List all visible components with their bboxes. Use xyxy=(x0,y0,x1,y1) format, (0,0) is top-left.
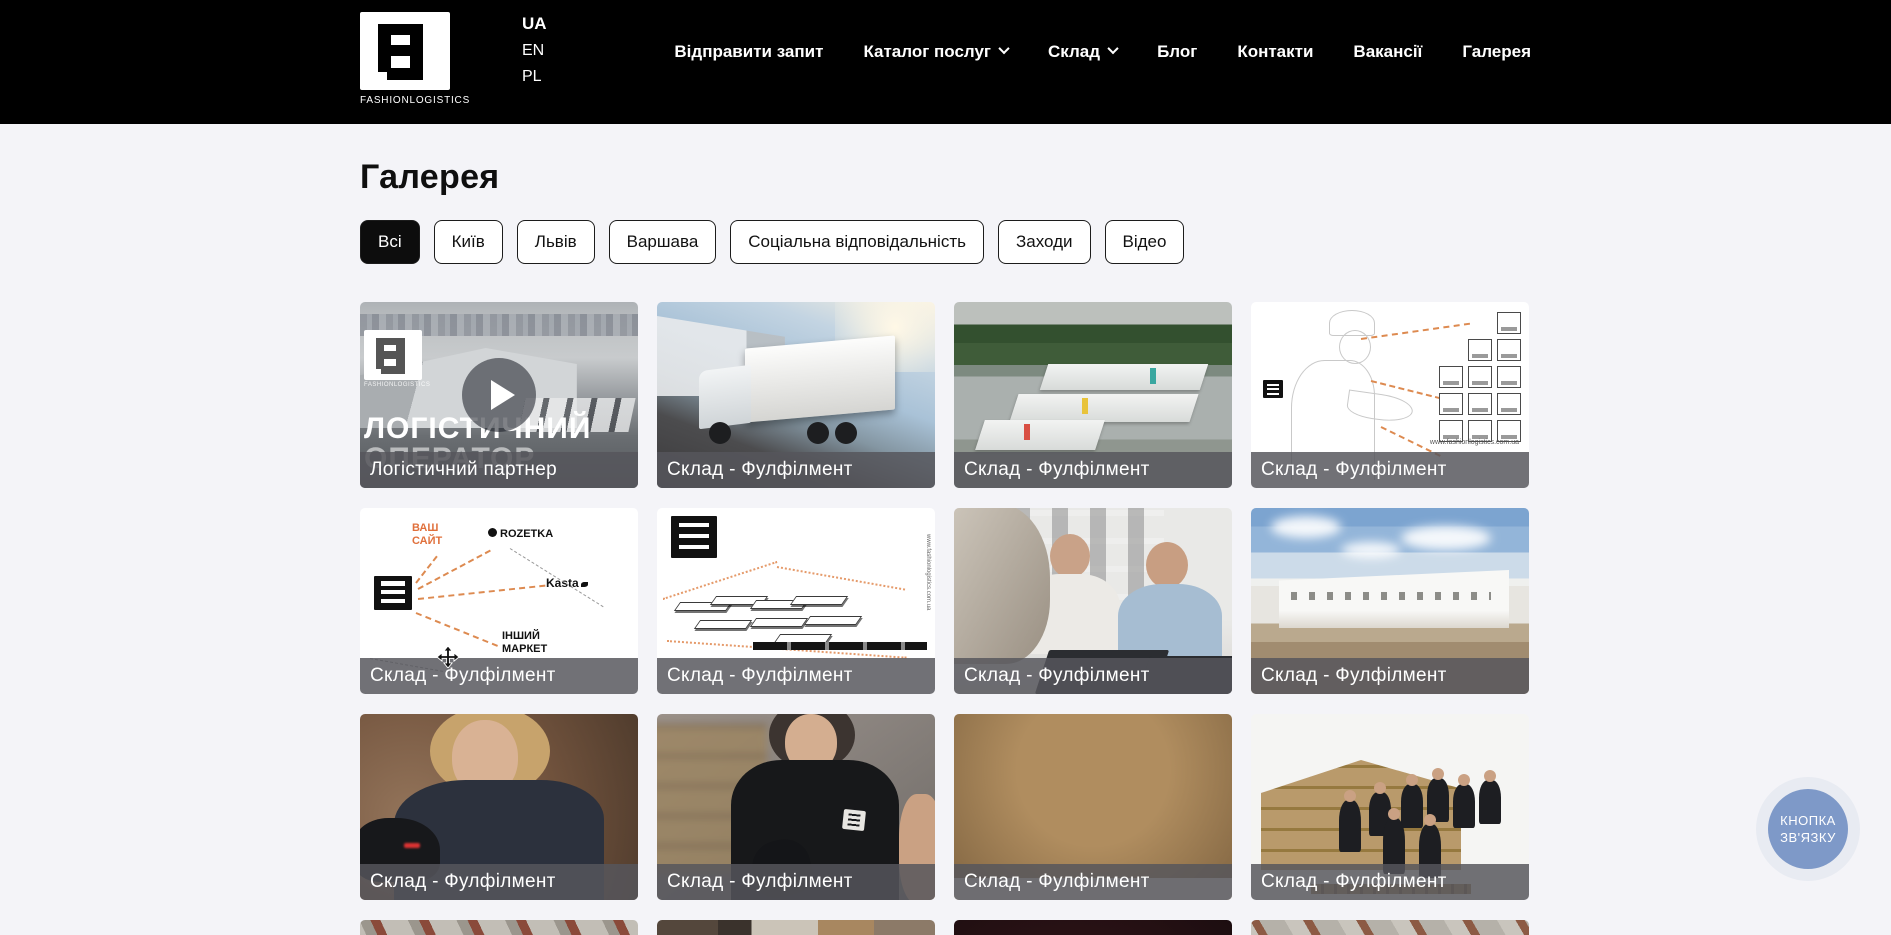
tile-caption: Склад - Фулфілмент xyxy=(657,658,935,694)
fl-logo-icon xyxy=(671,516,717,558)
contact-button[interactable]: КНОПКА ЗВ'ЯЗКУ xyxy=(1756,777,1860,881)
lang-pl[interactable]: PL xyxy=(522,68,547,86)
nav-services-catalog[interactable]: Каталог послуг xyxy=(863,42,1008,62)
chevron-down-icon xyxy=(1107,42,1118,53)
gallery-tile-diagram[interactable]: www.fashionlogistics.com.ua Склад - Фулф… xyxy=(657,508,935,694)
your-site-label: ВАШ САЙТ xyxy=(412,522,452,548)
lang-ua[interactable]: UA xyxy=(522,14,547,34)
website-url: www.fashionlogistics.com.ua xyxy=(1430,439,1519,446)
fl-logo-icon xyxy=(1263,380,1283,398)
gallery-tile-photo[interactable] xyxy=(954,920,1232,935)
gallery-filters: Всі Київ Львів Варшава Соціальна відпові… xyxy=(360,220,1531,264)
play-icon[interactable] xyxy=(462,358,536,432)
language-switcher: UA EN PL xyxy=(522,14,547,86)
chevron-down-icon xyxy=(998,42,1009,53)
filter-social-responsibility[interactable]: Соціальна відповідальність xyxy=(730,220,984,264)
gallery-tile-photo[interactable]: Склад - Фулфілмент xyxy=(657,714,935,900)
rozetka-icon xyxy=(488,528,497,537)
gallery-tile-diagram[interactable]: ВАШ САЙТ ROZETKA Kasta ІНШИЙ МАРКЕТ Скла… xyxy=(360,508,638,694)
filter-lviv[interactable]: Львів xyxy=(517,220,595,264)
mouse-cursor xyxy=(437,646,459,673)
gallery-tile-photo[interactable]: Склад - Фулфілмент xyxy=(657,302,935,488)
nav-blog[interactable]: Блог xyxy=(1157,42,1197,62)
gallery-tile-photo[interactable]: Склад - Фулфілмент xyxy=(1251,714,1529,900)
brand-name: FASHIONLOGISTICS xyxy=(360,95,452,106)
gallery-tile-photo[interactable] xyxy=(360,920,638,935)
tile-caption: Склад - Фулфілмент xyxy=(657,452,935,488)
nav-vacancies[interactable]: Вакансії xyxy=(1353,42,1422,62)
filter-kyiv[interactable]: Київ xyxy=(434,220,503,264)
tile-caption: Склад - Фулфілмент xyxy=(1251,452,1529,488)
gallery-tile-photo[interactable] xyxy=(1251,920,1529,935)
truck-photo xyxy=(745,335,895,422)
lang-en[interactable]: EN xyxy=(522,42,547,60)
nav-send-request[interactable]: Відправити запит xyxy=(674,42,823,62)
fl-logo-icon xyxy=(360,12,450,90)
filter-video[interactable]: Відео xyxy=(1105,220,1185,264)
tile-caption: Склад - Фулфілмент xyxy=(954,658,1232,694)
main-nav: Відправити запит Каталог послуг Склад Бл… xyxy=(674,42,1531,62)
tile-caption: Склад - Фулфілмент xyxy=(954,452,1232,488)
gallery-grid: FASHIONLOGISTICS ЛОГІСТИЧНИЙ ОПЕРАТОР Ло… xyxy=(360,302,1531,935)
fl-logo-icon xyxy=(374,576,412,610)
tile-caption: Склад - Фулфілмент xyxy=(1251,658,1529,694)
tile-caption: Склад - Фулфілмент xyxy=(360,864,638,900)
aerial-warehouse-photo xyxy=(1040,364,1208,390)
gallery-tile-photo[interactable] xyxy=(657,920,935,935)
filter-all[interactable]: Всі xyxy=(360,220,420,264)
rack-icons xyxy=(1439,312,1521,442)
website-url: www.fashionlogistics.com.ua xyxy=(925,534,931,610)
nav-contacts[interactable]: Контакти xyxy=(1237,42,1313,62)
gallery-tile-photo[interactable]: Склад - Фулфілмент xyxy=(954,508,1232,694)
tile-caption: Склад - Фулфілмент xyxy=(657,864,935,900)
gallery-tile-photo[interactable]: Склад - Фулфілмент xyxy=(360,714,638,900)
gallery-tile-photo[interactable]: Склад - Фулфілмент xyxy=(954,714,1232,900)
filter-warsaw[interactable]: Варшава xyxy=(609,220,717,264)
nav-gallery[interactable]: Галерея xyxy=(1462,42,1531,62)
tile-caption: Склад - Фулфілмент xyxy=(954,864,1232,900)
tile-caption: Склад - Фулфілмент xyxy=(1251,864,1529,900)
people-photo xyxy=(1050,534,1090,578)
gallery-tile-photo[interactable]: Склад - Фулфілмент xyxy=(954,302,1232,488)
filter-events[interactable]: Заходи xyxy=(998,220,1091,264)
gallery-tile-diagram[interactable]: www.fashionlogistics.com.ua Склад - Фулф… xyxy=(1251,302,1529,488)
tile-caption: Логістичний партнер xyxy=(360,452,638,488)
tile-caption: Склад - Фулфілмент xyxy=(360,658,638,694)
other-market-label: ІНШИЙ МАРКЕТ xyxy=(502,630,562,656)
page-title: Галерея xyxy=(360,158,1531,197)
kasta-icon xyxy=(581,582,588,587)
fl-logo-watermark-icon: FASHIONLOGISTICS xyxy=(364,330,430,388)
site-logo[interactable]: FASHIONLOGISTICS xyxy=(360,12,452,106)
site-header: FASHIONLOGISTICS UA EN PL Відправити зап… xyxy=(0,0,1891,124)
fl-logo-patch xyxy=(842,809,866,831)
nav-warehouse[interactable]: Склад xyxy=(1048,42,1117,62)
gallery-tile-photo[interactable]: Склад - Фулфілмент xyxy=(1251,508,1529,694)
gallery-tile-video[interactable]: FASHIONLOGISTICS ЛОГІСТИЧНИЙ ОПЕРАТОР Ло… xyxy=(360,302,638,488)
rozetka-label: ROZETKA xyxy=(488,528,553,540)
